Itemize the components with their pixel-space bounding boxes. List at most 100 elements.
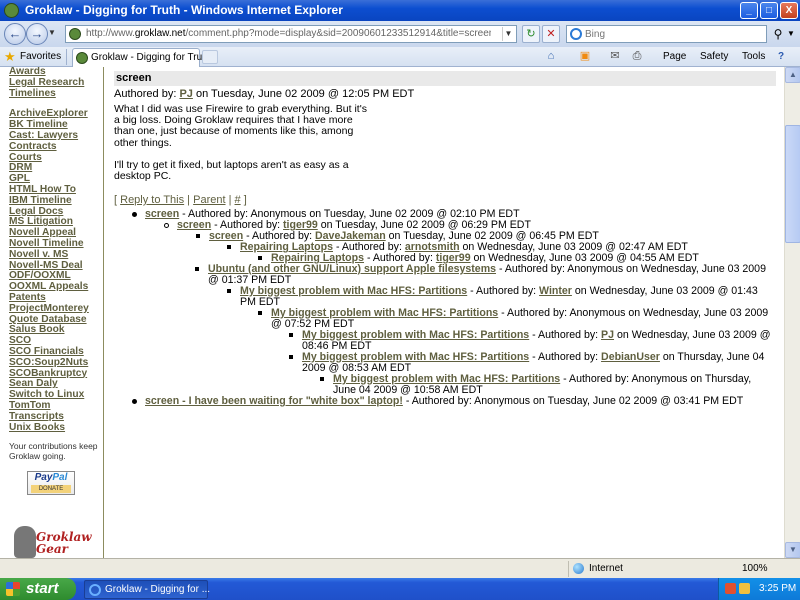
taskbar: start Groklaw - Digging for ... 3:25 PM (0, 578, 800, 600)
sidebar-link[interactable]: Timelines (9, 88, 103, 100)
thread-author-link[interactable]: PJ (601, 329, 614, 341)
sidebar-link[interactable]: IBM Timeline (9, 195, 103, 207)
home-icon[interactable]: ⌂ (544, 49, 558, 63)
favorites-button[interactable]: Favorites (20, 51, 61, 62)
thread-author: Anonymous (569, 307, 626, 319)
tab-groklaw[interactable]: Groklaw - Digging for Truth (72, 48, 211, 67)
window-titlebar: Groklaw - Digging for Truth - Windows In… (0, 0, 800, 21)
refresh-icon[interactable]: ↻ (522, 25, 540, 43)
start-button[interactable]: start (0, 578, 76, 600)
thread-title-link[interactable]: screen (209, 230, 243, 242)
sidebar-link[interactable]: Novell v. MS (9, 249, 103, 261)
sidebar-link[interactable]: Legal Research (9, 77, 103, 89)
comment-paragraph: What I did was use Firewire to grab ever… (114, 103, 367, 149)
authored-by-label: - Authored by: (529, 329, 602, 341)
scroll-down-icon[interactable]: ▼ (785, 542, 800, 558)
forward-button[interactable]: → (26, 23, 48, 45)
on-label: on (625, 307, 644, 319)
tray-icon[interactable] (739, 583, 750, 594)
history-dropdown-icon[interactable]: ▼ (48, 28, 56, 37)
rss-icon[interactable]: ▣ (578, 49, 592, 63)
minimize-button[interactable]: _ (740, 2, 758, 19)
url-dropdown-icon[interactable]: ▼ (502, 27, 514, 41)
bullet-icon (132, 399, 137, 404)
thread-author: Anonymous (567, 263, 624, 275)
on-label: on (687, 373, 705, 385)
comment-byline: Authored by: PJ on Tuesday, June 02 2009… (114, 88, 415, 100)
bing-icon (570, 28, 582, 40)
globe-icon (573, 563, 584, 574)
sidebar-link[interactable]: Unix Books (9, 422, 103, 434)
tab-favicon-icon (76, 52, 88, 64)
paypal-donate-button[interactable]: PayPal DONATE (27, 471, 75, 496)
tools-menu[interactable]: Tools (742, 51, 765, 62)
thread-author: Anonymous (631, 373, 688, 385)
thread-item: My biggest problem with Mac HFS: Partiti… (258, 307, 776, 330)
sidebar-link[interactable]: Contracts (9, 141, 103, 153)
zone-label: Internet (589, 563, 623, 574)
bullet-icon (227, 245, 231, 249)
thread-title-link[interactable]: screen (145, 208, 179, 220)
security-zone[interactable]: Internet (568, 561, 692, 577)
scroll-up-icon[interactable]: ▲ (785, 67, 800, 83)
vertical-scrollbar[interactable]: ▲ ▼ (784, 67, 800, 558)
search-dropdown-icon[interactable]: ▼ (787, 29, 795, 38)
bullet-icon (196, 234, 200, 238)
logo-text: Groklaw Gear (36, 530, 92, 556)
mail-icon[interactable]: ✉ (608, 49, 622, 63)
help-button[interactable]: ? (778, 51, 784, 62)
authored-by-label: - Authored by: (496, 263, 568, 275)
reply-link[interactable]: Reply to This (120, 194, 184, 206)
clock: 3:25 PM (759, 583, 797, 594)
bullet-icon (195, 267, 199, 271)
favorites-star-icon[interactable]: ★ (4, 49, 16, 65)
zoom-level[interactable]: 100% (742, 563, 768, 574)
new-tab-button[interactable] (202, 50, 218, 64)
sidebar-link[interactable]: Transcripts (9, 411, 103, 423)
search-field[interactable] (566, 25, 767, 43)
url-text[interactable]: http://www.groklaw.net/comment.php?mode=… (86, 28, 491, 39)
status-bar: Internet 100% (0, 558, 800, 578)
comment-paragraph: I'll try to get it fixed, but laptops ar… (114, 158, 349, 183)
author-link[interactable]: PJ (179, 88, 192, 100)
search-icon[interactable]: ⚲ (769, 25, 787, 43)
sidebar-link[interactable]: SCO:Soup2Nuts (9, 357, 103, 369)
paypal-pal: Pal (52, 472, 68, 484)
bullet-icon (227, 289, 231, 293)
windows-flag-icon (6, 582, 20, 596)
page-menu[interactable]: Page (663, 51, 686, 62)
print-icon[interactable]: ⎙ (630, 49, 644, 63)
back-button[interactable]: ← (4, 23, 26, 45)
stop-icon[interactable]: ✕ (542, 25, 560, 43)
thread-item: Ubuntu (and other GNU/Linux) support App… (195, 263, 776, 286)
parent-link[interactable]: Parent (193, 194, 225, 206)
thread-title-link[interactable]: screen - I have been waiting for "white … (145, 395, 403, 407)
on-label: on (530, 395, 548, 407)
thread-author-link[interactable]: Winter (539, 285, 572, 297)
url-field[interactable]: http://www.groklaw.net/comment.php?mode=… (65, 25, 517, 43)
scroll-thumb[interactable] (785, 125, 800, 243)
thread-author-link[interactable]: DebianUser (601, 351, 660, 363)
system-tray: 3:25 PM (718, 578, 800, 600)
back-icon: ← (8, 26, 22, 41)
taskbar-ie-window[interactable]: Groklaw - Digging for ... (84, 580, 210, 599)
reply-actions: [ Reply to This | Parent | # ] (114, 194, 247, 206)
search-input[interactable] (585, 27, 763, 41)
penguin-icon (14, 526, 36, 558)
thread-item: My biggest problem with Mac HFS: Partiti… (289, 329, 776, 352)
comment-body: What I did was use Firewire to grab ever… (114, 103, 374, 193)
tray-icon[interactable] (725, 583, 736, 594)
maximize-button[interactable]: □ (760, 2, 778, 19)
thread-item: screen - I have been waiting for "white … (132, 395, 776, 407)
thread-item: My biggest problem with Mac HFS: Partiti… (289, 351, 776, 374)
on-label: on (571, 285, 590, 297)
bullet-icon (132, 212, 137, 217)
sidebar-links-main: ArchiveExplorer BK Timeline Cast: Lawyers C… (9, 109, 103, 433)
thread-title-link[interactable]: screen (177, 219, 211, 231)
ie-icon (89, 584, 101, 596)
groklaw-gear-logo[interactable]: Groklaw Gear (14, 522, 94, 558)
close-button[interactable]: X (780, 2, 798, 19)
safety-menu[interactable]: Safety (700, 51, 728, 62)
sidebar-link[interactable]: ProjectMonterey (9, 303, 103, 315)
paypal-donate-label: DONATE (31, 485, 71, 494)
